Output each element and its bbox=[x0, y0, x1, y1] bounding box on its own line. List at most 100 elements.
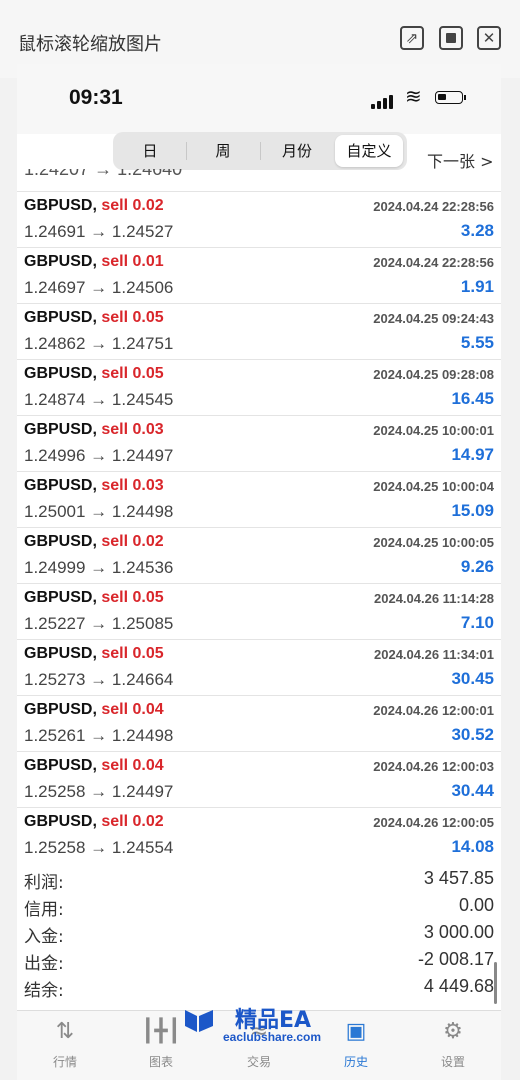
settings-icon: ⚙ bbox=[443, 1019, 463, 1044]
deal-side: sell 0.03 bbox=[101, 421, 164, 438]
summary-row: 利润: 3 457.85 bbox=[17, 866, 501, 894]
deal-side: sell 0.04 bbox=[101, 701, 164, 718]
deal-profit: 1.91 bbox=[460, 277, 494, 296]
summary-row: 入金: 3 000.00 bbox=[17, 920, 501, 948]
list-item[interactable]: GBPUSD, sell 0.02 2024.04.24 22:28:56 1.24… bbox=[17, 191, 501, 248]
list-item[interactable]: GBPUSD, sell 0.01 2024.04.24 22:28:56 1.24… bbox=[17, 247, 501, 304]
deal-prices: 1.24862 → 1.24751 bbox=[24, 334, 174, 353]
deal-prices: 1.24999 → 1.24536 bbox=[24, 558, 174, 577]
close-icon[interactable]: ✕ bbox=[477, 26, 501, 50]
summary-row: 信用: 0.00 bbox=[17, 893, 501, 921]
period-selector: 日 周 月份 自定义 bbox=[113, 132, 407, 170]
fit-screen-icon[interactable] bbox=[439, 26, 463, 50]
deal-date: 2024.04.25 10:00:01 bbox=[373, 423, 494, 438]
deal-profit: 14.08 bbox=[451, 837, 494, 856]
list-item[interactable]: GBPUSD, sell 0.02 2024.04.25 10:00:05 1.24… bbox=[17, 527, 501, 584]
deal-prices: 1.25258 → 1.24497 bbox=[24, 782, 174, 801]
wifi-icon: ≋ bbox=[405, 84, 422, 108]
deal-date: 2024.04.26 11:34:01 bbox=[374, 647, 494, 662]
list-item[interactable]: GBPUSD, sell 0.02 2024.04.26 12:00:05 1.25… bbox=[17, 807, 501, 859]
deal-date: 2024.04.26 12:00:03 bbox=[373, 759, 494, 774]
tab-day[interactable]: 日 bbox=[115, 135, 185, 167]
logo-icon bbox=[185, 1010, 213, 1032]
summary-label: 入金: bbox=[24, 927, 64, 947]
symbol-text: GBPUSD, bbox=[24, 757, 97, 774]
deal-prices: 1.25001 → 1.24498 bbox=[24, 502, 174, 521]
list-item[interactable]: GBPUSD, sell 0.04 2024.04.26 12:00:03 1.25… bbox=[17, 751, 501, 808]
symbol-text: GBPUSD, bbox=[24, 533, 97, 550]
deal-profit: 15.09 bbox=[451, 501, 494, 520]
summary-label: 出金: bbox=[24, 954, 64, 974]
list-item[interactable]: GBPUSD, sell 0.05 2024.04.26 11:34:01 1.25… bbox=[17, 639, 501, 696]
deal-profit: 14.97 bbox=[451, 445, 494, 464]
deal-symbol: GBPUSD, sell 0.03 bbox=[24, 421, 164, 439]
summary-value: 0.00 bbox=[458, 895, 494, 915]
summary-row: 出金: -2 008.17 bbox=[17, 947, 501, 975]
summary-label: 信用: bbox=[24, 900, 64, 920]
deal-date: 2024.04.25 09:24:43 bbox=[373, 311, 494, 326]
deal-symbol: GBPUSD, sell 0.02 bbox=[24, 813, 164, 831]
deal-prices: 1.24697 → 1.24506 bbox=[24, 278, 174, 297]
summary-label: 利润: bbox=[24, 873, 64, 893]
list-item[interactable]: 1.24207 → 1.24640 bbox=[17, 169, 501, 192]
deal-profit: 30.45 bbox=[451, 669, 494, 688]
symbol-text: GBPUSD, bbox=[24, 645, 97, 662]
symbol-text: GBPUSD, bbox=[24, 421, 97, 438]
symbol-text: GBPUSD, bbox=[24, 253, 97, 270]
deal-side: sell 0.05 bbox=[101, 309, 164, 326]
deal-side: sell 0.02 bbox=[101, 533, 164, 550]
list-item[interactable]: GBPUSD, sell 0.03 2024.04.25 10:00:04 1.25… bbox=[17, 471, 501, 528]
deal-prices: 1.24874 → 1.24545 bbox=[24, 390, 174, 409]
watermark-site: eaclubshare.com bbox=[223, 1030, 322, 1044]
summary-value: 4 449.68 bbox=[423, 976, 494, 996]
deal-profit: 16.45 bbox=[451, 389, 494, 408]
tab-label: 图表 bbox=[148, 1055, 173, 1069]
deal-prices: 1.25273 → 1.24664 bbox=[24, 670, 174, 689]
tab-chart[interactable]: ┃╋┃ 图表 bbox=[131, 1017, 191, 1077]
tab-quotes[interactable]: ⇅ 行情 bbox=[35, 1017, 95, 1077]
deal-profit: 5.55 bbox=[460, 333, 494, 352]
symbol-text: GBPUSD, bbox=[24, 477, 97, 494]
tab-month[interactable]: 月份 bbox=[261, 135, 333, 167]
list-item[interactable]: GBPUSD, sell 0.04 2024.04.26 12:00:01 1.25… bbox=[17, 695, 501, 752]
deal-date: 2024.04.25 09:28:08 bbox=[373, 367, 494, 382]
symbol-text: GBPUSD, bbox=[24, 813, 97, 830]
summary-value: 3 000.00 bbox=[423, 922, 494, 942]
symbol-text: GBPUSD, bbox=[24, 365, 97, 382]
deal-side: sell 0.05 bbox=[101, 365, 164, 382]
deal-profit: 3.28 bbox=[460, 221, 494, 240]
signal-icon bbox=[371, 91, 395, 109]
deal-date: 2024.04.26 12:00:05 bbox=[373, 815, 494, 830]
summary-value: 3 457.85 bbox=[423, 868, 494, 888]
tab-settings[interactable]: ⚙ 设置 bbox=[423, 1017, 483, 1077]
watermark-logo: 精品EA eaclubshare.com bbox=[183, 1000, 343, 1048]
tab-label: 行情 bbox=[52, 1055, 77, 1069]
summary-row: 结余: 4 449.68 bbox=[17, 974, 501, 1002]
status-time: 09:31 bbox=[69, 86, 123, 109]
deal-symbol: GBPUSD, sell 0.03 bbox=[24, 477, 164, 495]
list-item[interactable]: GBPUSD, sell 0.05 2024.04.25 09:24:43 1.24… bbox=[17, 303, 501, 360]
symbol-text: GBPUSD, bbox=[24, 197, 97, 214]
tab-week[interactable]: 周 bbox=[187, 135, 259, 167]
scrollbar[interactable] bbox=[494, 962, 497, 1004]
quotes-icon: ⇅ bbox=[55, 1019, 75, 1044]
list-item[interactable]: GBPUSD, sell 0.03 2024.04.25 10:00:01 1.24… bbox=[17, 415, 501, 472]
open-external-icon[interactable]: ⇗ bbox=[400, 26, 424, 50]
deal-side: sell 0.05 bbox=[101, 589, 164, 606]
deal-symbol: GBPUSD, sell 0.05 bbox=[24, 589, 164, 607]
deal-side: sell 0.03 bbox=[101, 477, 164, 494]
deal-side: sell 0.01 bbox=[101, 253, 164, 270]
tab-custom[interactable]: 自定义 bbox=[335, 135, 403, 167]
status-bar: 09:31 ≋ bbox=[17, 64, 501, 134]
list-item[interactable]: GBPUSD, sell 0.05 2024.04.25 09:28:08 1.24… bbox=[17, 359, 501, 416]
deal-date: 2024.04.26 11:14:28 bbox=[374, 591, 494, 606]
deal-profit: 30.44 bbox=[451, 781, 494, 800]
list-item[interactable]: GBPUSD, sell 0.05 2024.04.26 11:14:28 1.25… bbox=[17, 583, 501, 640]
summary-label: 结余: bbox=[24, 981, 64, 1001]
deal-side: sell 0.02 bbox=[101, 197, 164, 214]
battery-icon bbox=[435, 91, 466, 104]
deal-list: 1.24207 → 1.24640 GBPUSD, sell 0.02 2024.… bbox=[17, 169, 501, 859]
deal-symbol: GBPUSD, sell 0.04 bbox=[24, 757, 164, 775]
symbol-text: GBPUSD, bbox=[24, 589, 97, 606]
deal-profit: 7.10 bbox=[460, 613, 494, 632]
